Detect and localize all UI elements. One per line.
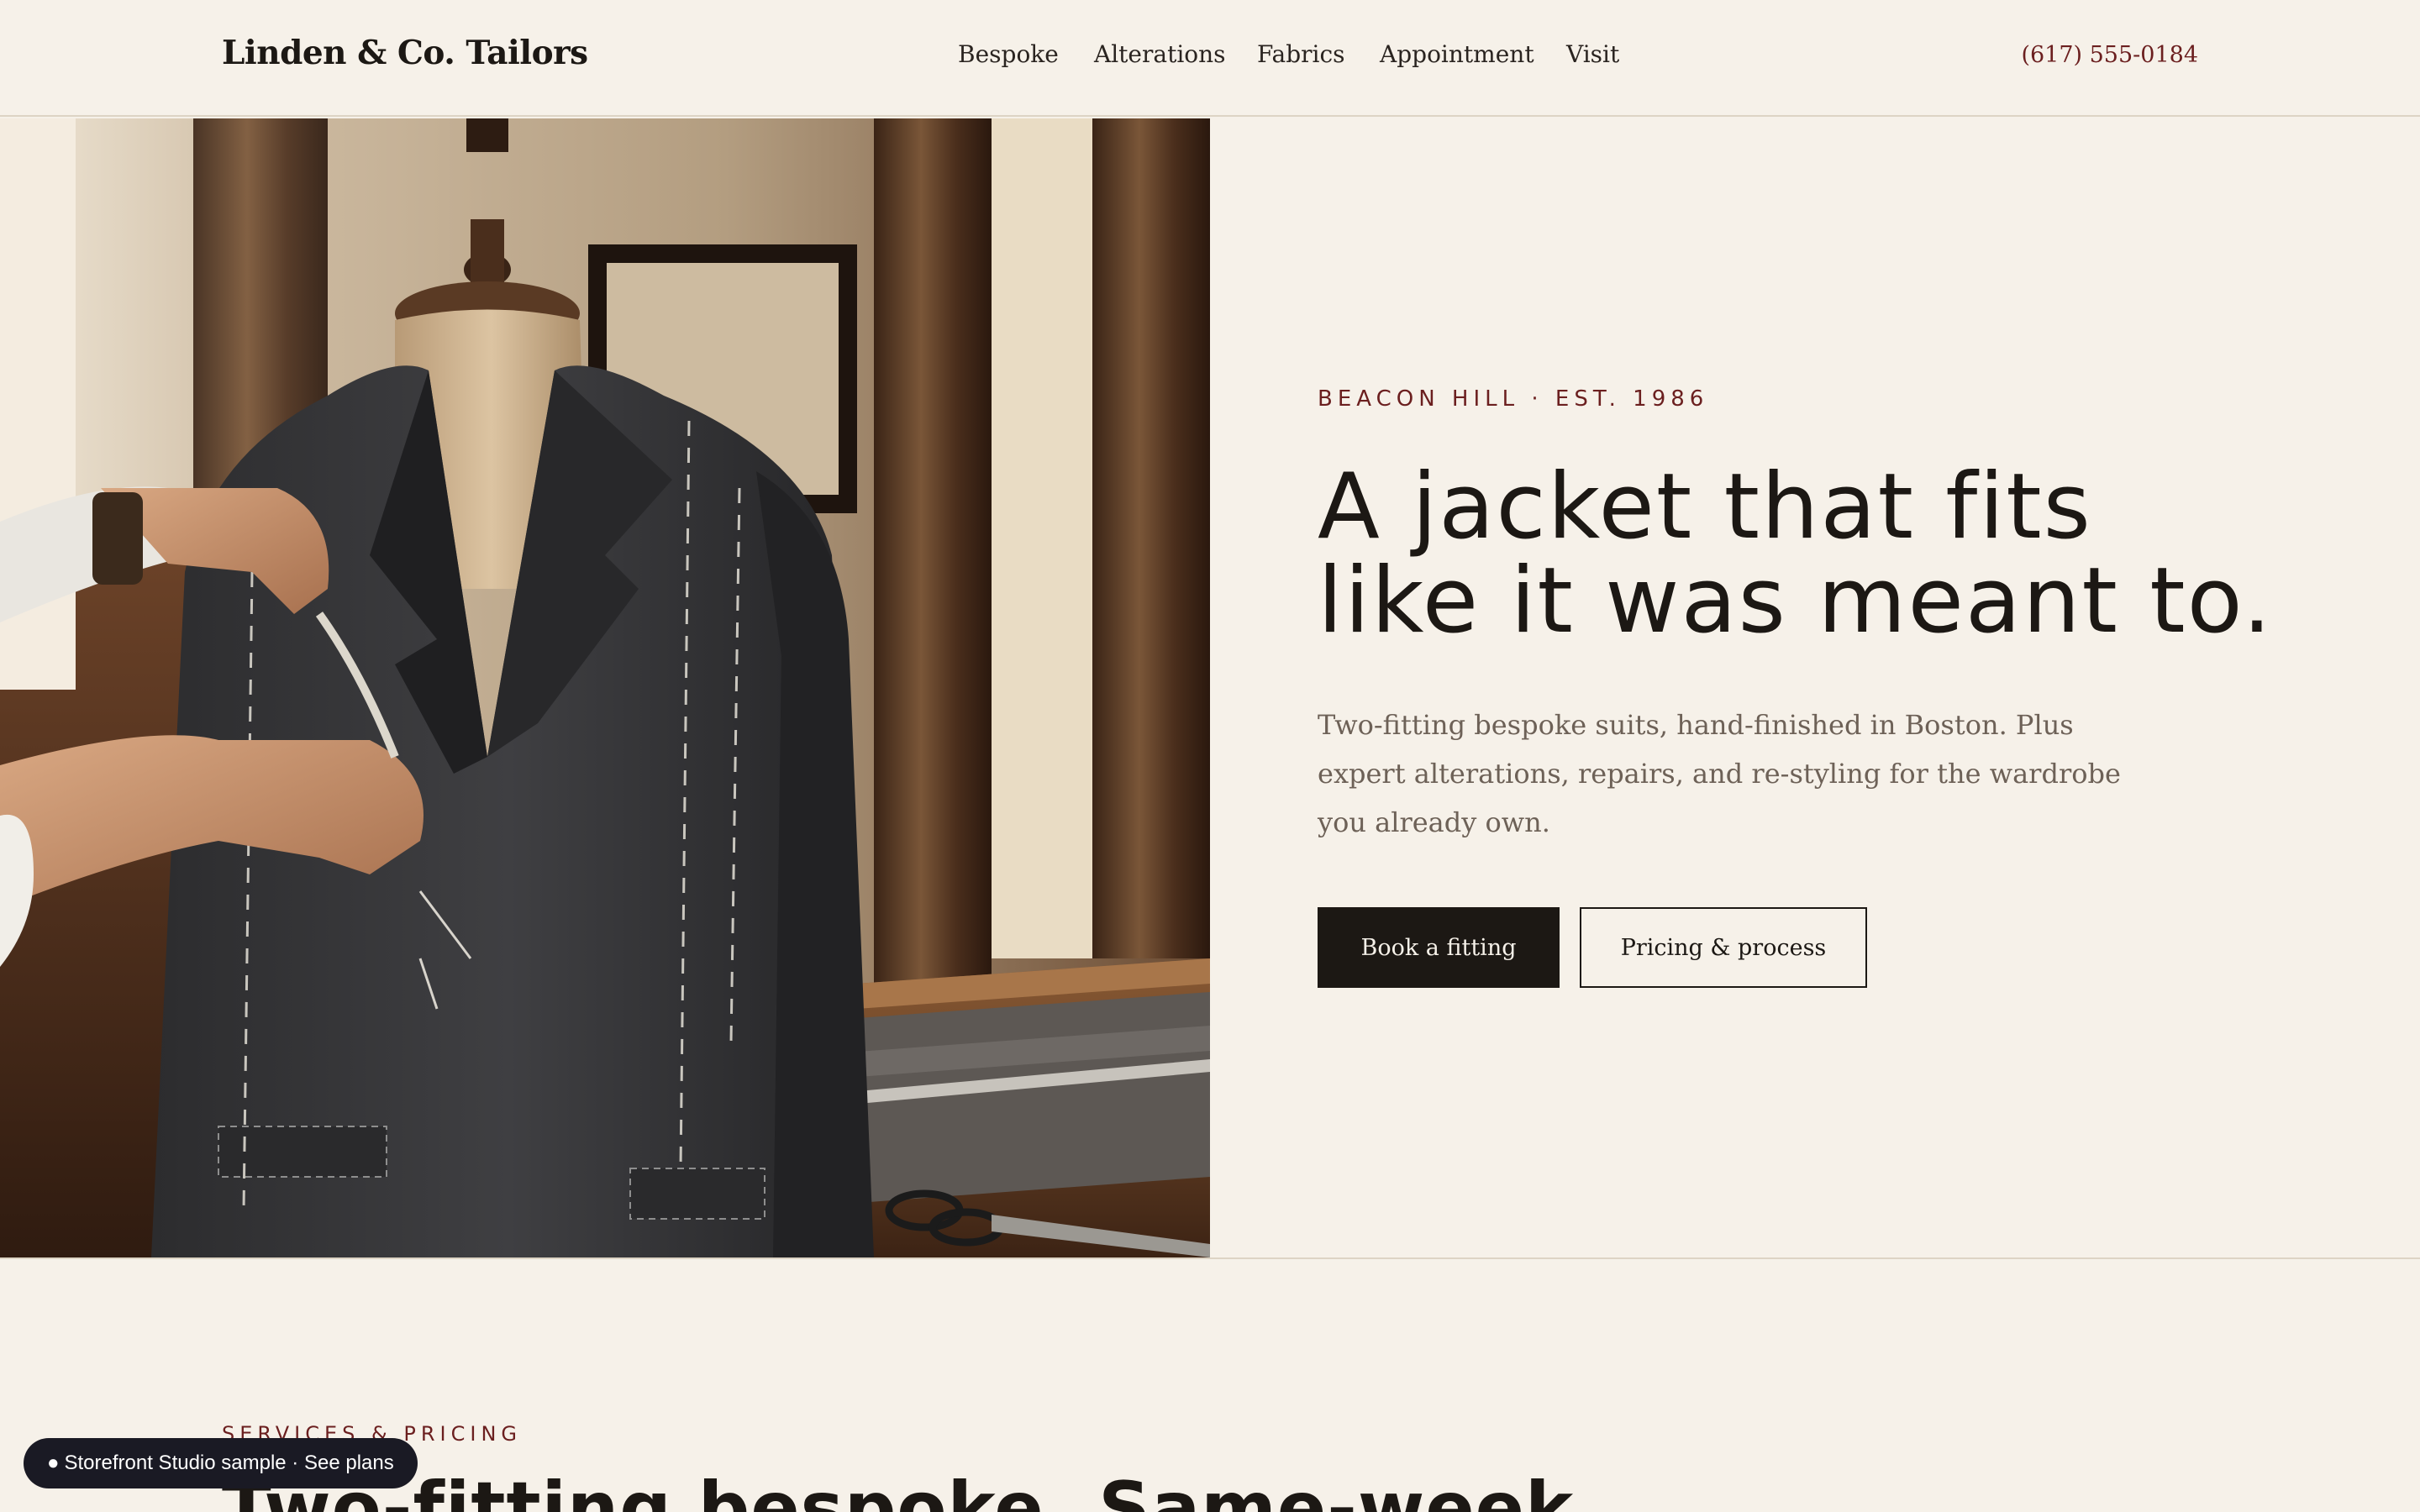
brand-logo[interactable]: Linden & Co. Tailors — [222, 34, 588, 72]
nav-bespoke[interactable]: Bespoke — [958, 40, 1059, 68]
nav-alterations[interactable]: Alterations — [1094, 40, 1226, 68]
hero-headline: A jacket that fits like it was meant to. — [1318, 460, 2326, 648]
services-title: Two-fitting bespoke. Same-week — [222, 1467, 1575, 1512]
sample-badge[interactable]: ● Storefront Studio sample · See plans — [24, 1438, 418, 1488]
hero-image-tailor-jacket — [0, 118, 1210, 1257]
hero-description: Two-fitting bespoke suits, hand-finished… — [1318, 709, 2121, 838]
site-header: Linden & Co. Tailors Bespoke Alterations… — [0, 0, 2420, 117]
nav-fabrics[interactable]: Fabrics — [1257, 40, 1345, 68]
hero-eyebrow: BEACON HILL · EST. 1986 — [1318, 386, 1709, 412]
phone-link[interactable]: (617) 555-0184 — [2021, 42, 2198, 68]
pricing-process-button[interactable]: Pricing & process — [1580, 907, 1867, 988]
sample-badge-label: Storefront Studio sample · See plans — [64, 1452, 394, 1474]
nav-visit[interactable]: Visit — [1566, 40, 1619, 68]
section-divider — [0, 1257, 2420, 1259]
hero-headline-line-2: like it was meant to. — [1318, 549, 2274, 654]
book-fitting-button[interactable]: Book a fitting — [1318, 907, 1560, 988]
status-dot-icon: ● — [47, 1452, 60, 1474]
hero-headline-line-1: A jacket that fits — [1318, 454, 2092, 559]
nav-appointment[interactable]: Appointment — [1380, 40, 1534, 68]
